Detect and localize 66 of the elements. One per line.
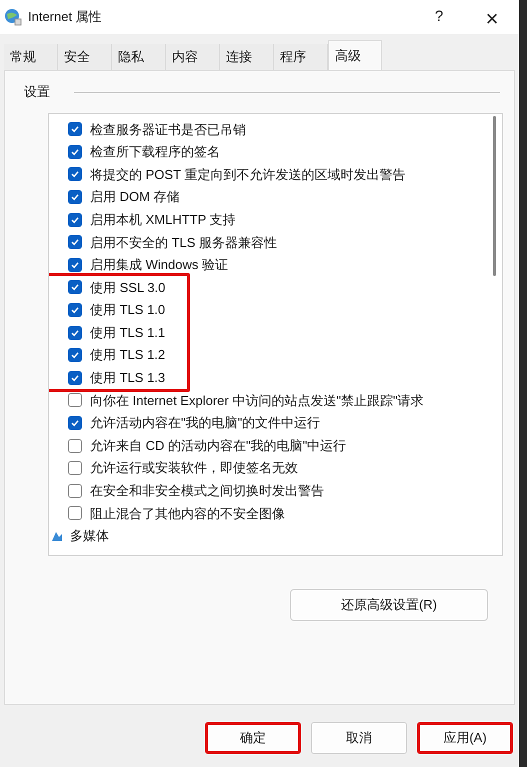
checkbox[interactable] [68,144,82,159]
setting-label: 允许活动内容在"我的电脑"的文件中运行 [90,414,320,432]
setting-label: 使用 TLS 1.3 [90,369,166,388]
checkbox[interactable] [68,326,82,340]
tab[interactable]: 安全 [58,44,112,70]
setting-label: 启用不安全的 TLS 服务器兼容性 [90,234,278,252]
checkbox[interactable] [68,280,82,294]
tab[interactable]: 常规 [4,44,58,70]
checkmark-icon [70,214,80,225]
setting-label: 允许来自 CD 的活动内容在"我的电脑"中运行 [90,436,346,455]
setting-label: 检查所下载程序的签名 [90,143,220,162]
checkmark-icon [70,418,80,428]
checkmark-icon [70,260,80,270]
checkbox[interactable] [68,122,82,136]
window-title: Internet 属性 [28,8,102,26]
globe-icon [4,8,22,26]
tab[interactable]: 内容 [166,44,220,70]
checkbox[interactable] [68,348,82,362]
checkmark-icon [70,169,80,180]
checkmark-icon [70,328,80,338]
checkmark-icon [70,192,80,202]
setting-label: 向你在 Internet Explorer 中访问的站点发送"禁止跟踪"请求 [90,392,424,410]
checkbox[interactable] [68,235,82,250]
tab[interactable]: 程序 [274,44,328,70]
setting-label: 阻止混合了其他内容的不安全图像 [90,504,285,523]
checkbox[interactable] [68,370,82,385]
checkmark-icon [70,372,80,383]
setting-label: 使用 TLS 1.1 [90,324,166,342]
checkbox[interactable] [68,190,82,204]
help-button[interactable]: ? [419,2,459,32]
close-button[interactable]: × [469,2,515,32]
dialog-button[interactable]: 取消 [311,722,407,754]
tab[interactable]: 高级 [328,40,382,70]
category-label: 多媒体 [70,527,109,546]
setting-label: 检查服务器证书是否已吊销 [90,120,246,139]
checkmark-icon [70,305,80,316]
checkbox[interactable] [68,438,82,453]
setting-label: 使用 TLS 1.0 [90,301,166,320]
checkmark-icon [70,237,80,248]
setting-label: 启用本机 XMLHTTP 支持 [90,210,236,229]
checkmark-icon [70,124,80,134]
dialog-button[interactable]: 确定 [205,722,301,754]
checkmark-icon [70,146,80,157]
setting-label: 允许运行或安装软件，即使签名无效 [90,459,298,478]
tab[interactable]: 隐私 [112,44,166,70]
checkbox[interactable] [68,393,82,408]
setting-label: 使用 TLS 1.2 [90,346,166,364]
setting-label: 启用 DOM 存储 [90,188,180,206]
setting-label: 在安全和非安全模式之间切换时发出警告 [90,482,324,500]
checkbox[interactable] [68,416,82,430]
checkbox[interactable] [68,484,82,498]
setting-label: 将提交的 POST 重定向到不允许发送的区域时发出警告 [90,166,406,184]
checkbox[interactable] [68,258,82,272]
checkbox[interactable] [68,167,82,182]
section-label: 设置 [24,83,50,102]
checkmark-icon [70,350,80,360]
checkbox[interactable] [68,212,82,227]
restore-button[interactable]: 还原高级设置(R) [290,589,488,621]
setting-label: 使用 SSL 3.0 [90,278,166,297]
setting-label: 启用集成 Windows 验证 [90,256,228,274]
tab[interactable]: 连接 [220,44,274,70]
dialog-button[interactable]: 应用(A) [417,722,513,754]
checkbox[interactable] [68,461,82,476]
checkbox[interactable] [68,303,82,318]
checkmark-icon [70,282,80,292]
checkbox[interactable] [68,506,82,520]
